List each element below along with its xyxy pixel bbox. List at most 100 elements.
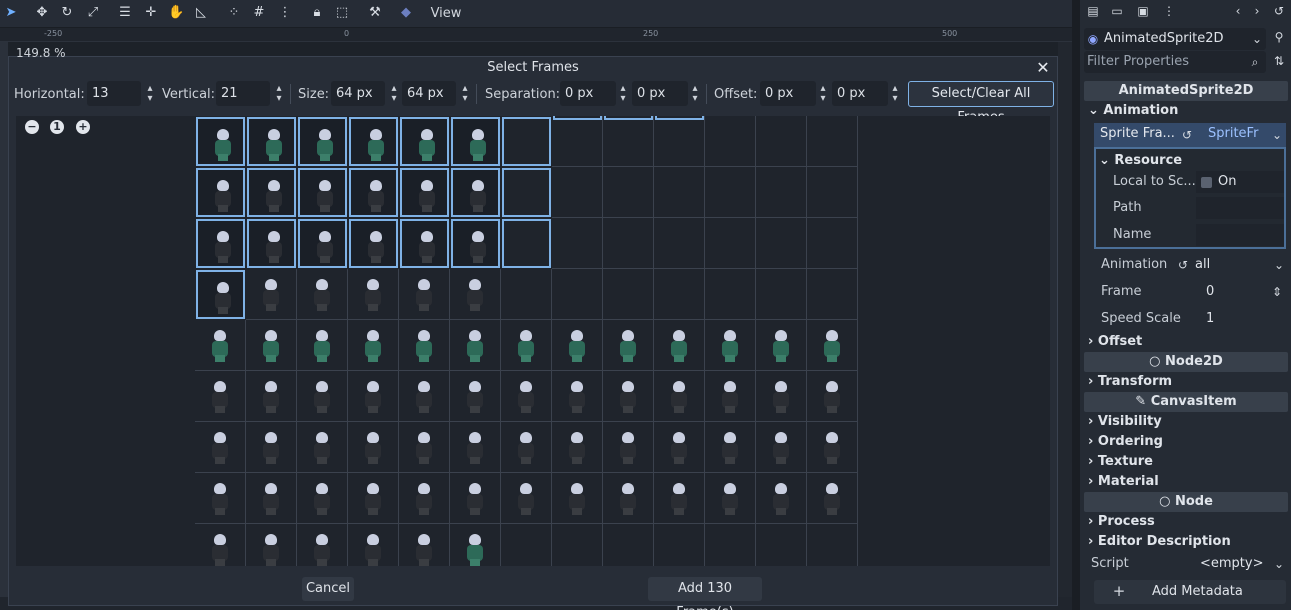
frame-cell[interactable] [603, 320, 654, 371]
lock-icon[interactable]: 🔒︎ [309, 5, 325, 21]
frame-cell[interactable] [552, 269, 603, 320]
frame-cell[interactable] [196, 270, 245, 319]
frame-cell[interactable] [348, 269, 399, 320]
frame-cell[interactable] [756, 371, 807, 422]
frame-cell[interactable] [654, 269, 705, 320]
frame-cell[interactable] [552, 422, 603, 473]
frame-cell[interactable] [807, 422, 858, 473]
frame-cell[interactable] [247, 168, 296, 217]
frame-cell[interactable] [450, 269, 501, 320]
group-offset[interactable]: › Offset [1088, 332, 1142, 352]
open-folder-icon[interactable]: ▭ [1110, 4, 1124, 18]
frame-cell[interactable] [502, 219, 551, 268]
frame-cell[interactable] [348, 524, 399, 566]
frame-value[interactable]: 0 [1206, 281, 1214, 303]
frame-cell[interactable] [552, 218, 603, 269]
spin-arrows-icon[interactable]: ⇕ [1270, 285, 1284, 299]
frame-cell[interactable] [297, 371, 348, 422]
close-icon[interactable]: ✕ [1033, 58, 1053, 78]
frame-cell[interactable] [195, 371, 246, 422]
spin-arrows-icon[interactable]: ▴ ▾ [144, 84, 156, 104]
chevron-down-icon[interactable]: ⌄ [1270, 128, 1284, 142]
speed-scale-value[interactable]: 1 [1206, 308, 1214, 330]
chevron-down-icon[interactable]: ⌄ [1272, 258, 1286, 272]
panel-divider[interactable] [1072, 0, 1080, 610]
frame-cell[interactable] [450, 524, 501, 566]
path-field[interactable] [1196, 197, 1284, 219]
group-editor-description[interactable]: › Editor Description [1088, 532, 1231, 552]
animation-value[interactable]: all [1195, 254, 1210, 276]
move-icon[interactable]: ✥ [34, 5, 50, 21]
node-tools-icon[interactable]: ⚲ [1272, 30, 1286, 44]
frame-cell[interactable] [297, 473, 348, 524]
frame-cell[interactable] [502, 117, 551, 166]
group-texture[interactable]: › Texture [1088, 452, 1153, 472]
frame-cell[interactable] [654, 371, 705, 422]
frame-cell[interactable] [756, 422, 807, 473]
frame-cell[interactable] [501, 320, 552, 371]
frame-cell[interactable] [807, 320, 858, 371]
smart-snap-icon[interactable]: ⁘ [226, 5, 242, 21]
spin-arrows-icon[interactable]: ▴ ▾ [388, 84, 400, 104]
frame-cell[interactable] [807, 524, 858, 566]
frame-cell[interactable] [349, 117, 398, 166]
name-field[interactable] [1196, 224, 1284, 246]
history-back-icon[interactable]: ‹ [1231, 4, 1245, 18]
spin-arrows-icon[interactable]: ▴ ▾ [273, 84, 285, 104]
frame-cell[interactable] [501, 422, 552, 473]
scale-icon[interactable]: ⤢ [85, 5, 101, 21]
frame-cell[interactable] [348, 422, 399, 473]
frame-cell[interactable] [450, 320, 501, 371]
frame-cell[interactable] [400, 168, 449, 217]
list-select-icon[interactable]: ☰ [117, 5, 133, 21]
frame-cell[interactable] [349, 168, 398, 217]
frame-cell[interactable] [298, 117, 347, 166]
spin-arrows-icon[interactable]: ▴ ▾ [889, 84, 901, 104]
separation-y-input[interactable]: 0 px [632, 81, 688, 106]
frame-cell[interactable] [654, 167, 705, 218]
save-icon[interactable]: ▣ [1136, 4, 1150, 18]
frame-cell[interactable] [247, 117, 296, 166]
skeleton-icon[interactable]: ⚒ [367, 5, 383, 21]
frame-cell[interactable] [195, 320, 246, 371]
select-icon[interactable]: ➤ [3, 5, 19, 21]
sprite-frames-property[interactable]: Sprite Fra... ↺ SpriteFr ⌄ [1094, 123, 1286, 147]
frame-cell[interactable] [603, 269, 654, 320]
frame-cell[interactable] [603, 116, 654, 167]
view-menu[interactable]: View [424, 3, 468, 25]
frame-cell[interactable] [603, 371, 654, 422]
pivot-icon[interactable]: ✛ [143, 5, 159, 21]
frame-cell[interactable] [705, 422, 756, 473]
frame-cell[interactable] [654, 422, 705, 473]
frame-cell[interactable] [348, 320, 399, 371]
frame-cell[interactable] [348, 473, 399, 524]
frame-cell[interactable] [451, 117, 500, 166]
frame-cell[interactable] [756, 320, 807, 371]
frame-cell[interactable] [502, 168, 551, 217]
frame-cell[interactable] [756, 524, 807, 566]
offset-y-input[interactable]: 0 px [832, 81, 888, 106]
frame-cell[interactable] [756, 473, 807, 524]
frame-cell[interactable] [400, 219, 449, 268]
frame-cell[interactable] [552, 167, 603, 218]
frame-cell[interactable] [195, 524, 246, 566]
group-transform[interactable]: › Transform [1088, 372, 1172, 392]
frame-cell[interactable] [705, 524, 756, 566]
frame-cell[interactable] [399, 269, 450, 320]
frame-cell[interactable] [654, 218, 705, 269]
frame-cell[interactable] [246, 422, 297, 473]
pan-icon[interactable]: ✋ [168, 5, 184, 21]
sprite-frames-value[interactable]: SpriteFr [1208, 123, 1258, 145]
frame-cell[interactable] [807, 473, 858, 524]
rotate-icon[interactable]: ↻ [59, 5, 75, 21]
group-process[interactable]: › Process [1088, 512, 1155, 532]
frame-cell[interactable] [501, 269, 552, 320]
add-frames-button[interactable]: Add 130 Frame(s) [648, 577, 762, 610]
revert-icon[interactable]: ↺ [1180, 128, 1194, 142]
node-selector[interactable]: ◉ AnimatedSprite2D ⌄ [1084, 28, 1266, 50]
horizontal-input[interactable]: 13 [87, 81, 141, 106]
frame-cell[interactable] [705, 167, 756, 218]
frame-cell[interactable] [196, 117, 245, 166]
frames-viewport[interactable] [16, 116, 1050, 566]
select-clear-all-frames-button[interactable]: Select/Clear All Frames [908, 81, 1054, 125]
